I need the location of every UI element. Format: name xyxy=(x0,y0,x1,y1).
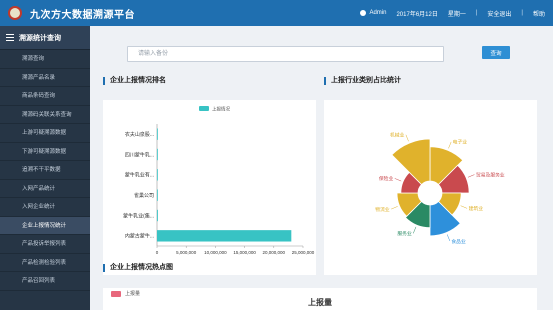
sidebar-item[interactable]: 追溯不干平数据 xyxy=(0,161,90,180)
rose-leader-line xyxy=(460,205,468,209)
sidebar-item[interactable]: 商品条码查询 xyxy=(0,87,90,106)
rose-slice-label: 保险业 xyxy=(379,175,394,182)
category-panel: 电子业贸易及服务业建筑业食品业 服务业 物流业 保险业 机械业 xyxy=(324,100,537,275)
bar xyxy=(157,189,158,201)
ranking-bar-chart: 上报情况农夫山泉股... 四川蒙牛乳... 蒙牛乳业有... 雀巢公司蒙牛乳业(集..… xyxy=(123,106,315,256)
user-name: Admin xyxy=(369,10,387,16)
rose-slice-label: 建筑业 xyxy=(469,205,484,212)
sidebar: 溯源统计查询 溯源查询 溯源产品名录 商品条码查询 溯源码关联关系查询 上游可疑… xyxy=(0,26,90,310)
y-tick-label: 雀巢公司 xyxy=(134,192,154,199)
sidebar-header[interactable]: 溯源统计查询 xyxy=(0,26,90,50)
sidebar-item[interactable]: 溯源码关联关系查询 xyxy=(0,106,90,124)
x-tick-label: 10,000,000 xyxy=(204,250,227,255)
heatmap-panel: 上报量 上报量 xyxy=(103,288,537,310)
sidebar-item[interactable]: 上游可疑溯源数据 xyxy=(0,124,90,143)
rose-slice-label: 电子业 xyxy=(453,139,468,146)
rose-slice-label: 物流业 xyxy=(375,206,390,213)
bar xyxy=(157,148,158,161)
y-tick-label: 蒙牛乳业(集... xyxy=(123,212,154,219)
x-tick-label: 5,000,000 xyxy=(176,250,197,255)
sidebar-item[interactable]: 产品检测检验列表 xyxy=(0,254,90,272)
help-link[interactable]: 帮助 xyxy=(533,9,545,18)
x-tick-label: 15,000,000 xyxy=(233,250,256,255)
rose-leader-line xyxy=(446,234,451,242)
header-date: 2017年6月12日 xyxy=(396,11,438,18)
header-right: Admin 2017年6月12日 星期一 | 安全退出 | 帮助 xyxy=(360,0,545,26)
divider: | xyxy=(521,10,523,16)
bar xyxy=(157,128,158,140)
app-title: 九次方大数据溯源平台 xyxy=(30,9,135,21)
y-tick-label: 内蒙古蒙牛... xyxy=(125,233,154,240)
x-tick-label: 25,000,000 xyxy=(292,250,315,255)
bar xyxy=(157,169,158,181)
y-tick-label: 蒙牛乳业有... xyxy=(125,172,154,179)
sidebar-item[interactable]: 入网企业统计 xyxy=(0,198,90,217)
ranking-panel: 上报情况农夫山泉股... 四川蒙牛乳... 蒙牛乳业有... 雀巢公司蒙牛乳业(集..… xyxy=(103,100,316,275)
rose-leader-line xyxy=(405,134,409,142)
heatmap-legend-label: 上报量 xyxy=(125,291,141,297)
top-header: 九次方大数据溯源平台 Admin 2017年6月12日 星期一 | 安全退出 |… xyxy=(0,0,553,26)
divider: | xyxy=(475,10,478,16)
user-menu[interactable]: Admin xyxy=(360,10,386,16)
logout-link[interactable]: 安全退出 xyxy=(487,9,511,18)
bar xyxy=(157,230,292,242)
sidebar-title: 溯源统计查询 xyxy=(19,34,61,42)
heatmap-chart-title: 上报量 xyxy=(308,298,332,307)
main-content: 查询 企业上报情况排名 上报情况农夫山泉股... 四川蒙牛乳... 蒙牛乳业有...… xyxy=(90,26,553,310)
rose-slice-label: 服务业 xyxy=(397,230,412,237)
rose-slice-label: 贸易及服务业 xyxy=(476,171,505,178)
sidebar-item[interactable]: 入网产品统计 xyxy=(0,180,90,198)
bar xyxy=(157,209,158,222)
menu-icon xyxy=(6,34,14,41)
rose-leader-line xyxy=(448,141,452,149)
x-tick-label: 20,000,000 xyxy=(263,250,286,255)
y-tick-label: 农夫山泉股... xyxy=(125,131,154,138)
rose-slice-label: 机械业 xyxy=(390,132,405,139)
search-button[interactable]: 查询 xyxy=(482,46,510,59)
header-weekday: 星期一 xyxy=(447,11,466,18)
sidebar-item[interactable]: 下游可疑溯源数据 xyxy=(0,143,90,161)
rose-leader-line xyxy=(394,178,402,182)
sidebar-item[interactable]: 产品召回列表 xyxy=(0,272,90,291)
legend-label: 上报情况 xyxy=(212,106,230,113)
user-icon xyxy=(360,10,367,16)
rose-leader-line xyxy=(391,206,398,210)
category-rose-chart: 电子业贸易及服务业建筑业食品业 服务业 物流业 保险业 机械业 xyxy=(375,132,505,245)
rose-leader-line xyxy=(413,226,417,234)
rose-leader-line xyxy=(467,174,475,178)
sidebar-item[interactable]: 溯源查询 xyxy=(0,50,90,69)
y-tick-label: 四川蒙牛乳... xyxy=(125,151,154,158)
search-input[interactable] xyxy=(127,46,444,62)
rose-slice-label: 食品业 xyxy=(451,238,466,245)
legend-swatch xyxy=(199,106,209,111)
emblem-logo xyxy=(8,6,22,20)
sidebar-item-active[interactable]: 企业上报情况统计 xyxy=(0,216,90,235)
heatmap-panel-title: 企业上报情况热点图 xyxy=(103,264,173,272)
ranking-panel-title: 企业上报情况排名 xyxy=(103,77,166,85)
x-tick-label: 0 xyxy=(156,250,159,255)
category-panel-title: 上报行业类别占比统计 xyxy=(324,77,401,85)
sidebar-list: 溯源查询 溯源产品名录 商品条码查询 溯源码关联关系查询 上游可疑溯源数据 下游… xyxy=(0,50,90,291)
sidebar-item[interactable]: 产品投诉举报列表 xyxy=(0,235,90,254)
sidebar-item[interactable]: 溯源产品名录 xyxy=(0,69,90,87)
